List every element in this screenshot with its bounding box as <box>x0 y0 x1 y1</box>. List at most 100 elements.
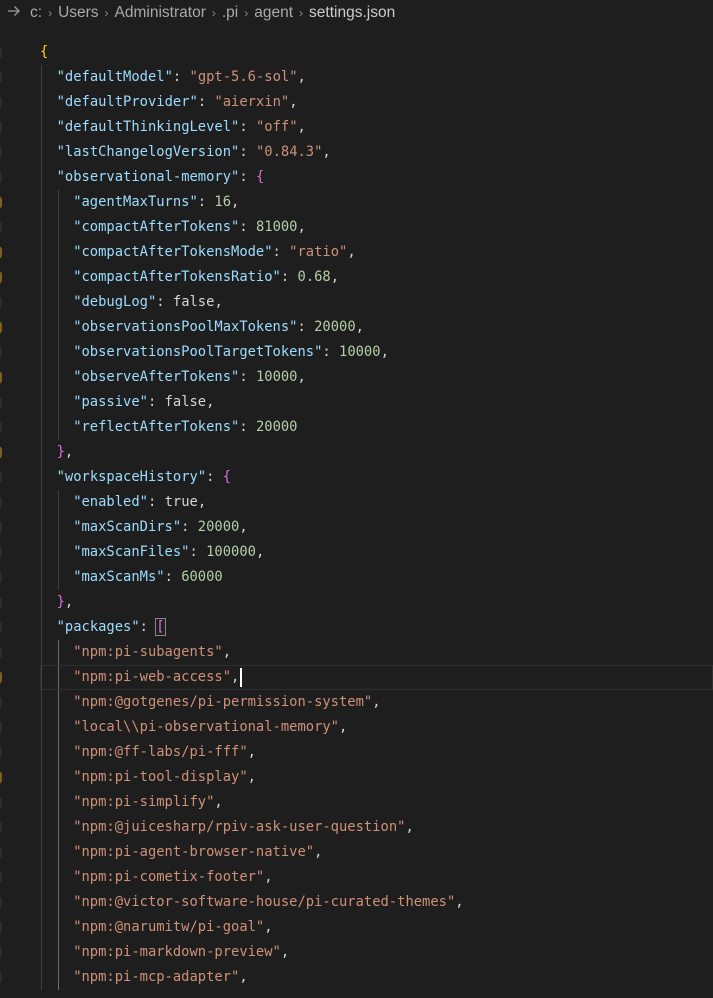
json-string: "npm:pi-cometix-footer" <box>73 869 265 885</box>
code-line[interactable]: "npm:pi-markdown-preview", <box>0 940 713 965</box>
code-text: "npm:@victor-software-house/pi-curated-t… <box>73 890 463 915</box>
code-line[interactable]: "npm:pi-subagents", <box>0 640 713 665</box>
json-string: "npm:pi-tool-display" <box>73 769 248 785</box>
code-line[interactable]: "workspaceHistory": { <box>0 465 713 490</box>
gutter-marker <box>0 121 2 134</box>
code-editor[interactable]: {"defaultModel": "gpt-5.6-sol", "defaultP… <box>0 40 713 998</box>
indent-guide <box>57 890 59 915</box>
indent-guide <box>57 640 59 665</box>
code-text: "defaultThinkingLevel": "off", <box>57 115 306 140</box>
code-line[interactable]: "npm:pi-agent-browser-native", <box>0 840 713 865</box>
json-punctuation: , <box>297 69 306 85</box>
indent-guide <box>41 365 42 390</box>
json-key: "debugLog" <box>73 294 157 310</box>
gutter-marker <box>0 321 2 334</box>
code-line[interactable]: "defaultThinkingLevel": "off", <box>0 115 713 140</box>
code-line[interactable]: "packages": [ <box>0 615 713 640</box>
json-punctuation: , <box>247 744 256 760</box>
code-line[interactable]: }, <box>0 440 713 465</box>
breadcrumb-administrator[interactable]: Administrator <box>115 4 206 22</box>
breadcrumb-drive[interactable]: c: <box>30 4 42 22</box>
breadcrumb-pi[interactable]: .pi <box>222 4 238 22</box>
json-punctuation: , <box>297 369 306 385</box>
code-line[interactable]: "reflectAfterTokens": 20000 <box>0 415 713 440</box>
indent-guide <box>57 340 59 365</box>
chevron-right-icon: › <box>244 5 249 20</box>
code-line[interactable]: "agentMaxTurns": 16, <box>0 190 713 215</box>
indent-guide <box>41 590 42 615</box>
indent-guide <box>57 315 59 340</box>
json-key: "packages" <box>56 619 140 635</box>
code-line[interactable]: "npm:pi-web-access", <box>0 665 713 690</box>
json-number: 0.68 <box>297 269 331 285</box>
gutter-marker <box>0 371 2 384</box>
code-text: "observationsPoolTargetTokens": 10000, <box>73 340 389 365</box>
code-text: "maxScanDirs": 20000, <box>73 515 247 540</box>
gutter-marker <box>0 296 2 309</box>
code-line[interactable]: "lastChangelogVersion": "0.84.3", <box>0 140 713 165</box>
code-line[interactable]: "defaultProvider": "aierxin", <box>0 90 713 115</box>
code-line[interactable]: "debugLog": false, <box>0 290 713 315</box>
breadcrumb-users[interactable]: Users <box>58 4 98 22</box>
code-line[interactable]: "npm:@narumitw/pi-goal", <box>0 915 713 940</box>
json-punctuation: : <box>322 344 340 360</box>
json-punctuation: , <box>222 644 232 660</box>
code-text: "npm:pi-subagents", <box>73 640 231 665</box>
code-line[interactable]: "npm:@juicesharp/rpiv-ask-user-question"… <box>0 815 713 840</box>
gutter-marker <box>0 846 2 859</box>
json-punctuation: , <box>330 269 340 285</box>
indent-guide <box>41 190 42 215</box>
code-line[interactable]: "observationsPoolTargetTokens": 10000, <box>0 340 713 365</box>
text-cursor <box>240 667 243 687</box>
json-string: "npm:pi-subagents" <box>73 644 223 660</box>
json-punctuation: , <box>347 244 356 260</box>
code-line[interactable]: "observationsPoolMaxTokens": 20000, <box>0 315 713 340</box>
code-line[interactable]: "maxScanFiles": 100000, <box>0 540 713 565</box>
indent-guide <box>41 815 42 840</box>
json-punctuation: , <box>264 919 273 935</box>
json-punctuation: : <box>239 219 256 235</box>
code-line[interactable]: "passive": false, <box>0 390 713 415</box>
code-line[interactable]: "npm:pi-tool-display", <box>0 765 713 790</box>
code-line[interactable]: "npm:pi-simplify", <box>0 790 713 815</box>
indent-guide <box>41 640 42 665</box>
code-line[interactable]: "compactAfterTokensMode": "ratio", <box>0 240 713 265</box>
code-line[interactable]: "observational-memory": { <box>0 165 713 190</box>
json-key: "observational-memory" <box>56 169 240 185</box>
gutter-marker <box>0 396 2 409</box>
code-text: "npm:pi-markdown-preview", <box>73 940 289 965</box>
indent-guide <box>41 840 42 865</box>
json-string: "gpt-5.6-sol" <box>189 69 298 85</box>
code-text: "observational-memory": { <box>57 165 265 190</box>
code-line[interactable]: "compactAfterTokens": 81000, <box>0 215 713 240</box>
code-line[interactable]: "npm:pi-cometix-footer", <box>0 865 713 890</box>
code-line[interactable]: "npm:@gotgenes/pi-permission-system", <box>0 690 713 715</box>
code-line[interactable]: "observeAfterTokens": 10000, <box>0 365 713 390</box>
code-line[interactable]: "defaultModel": "gpt-5.6-sol", <box>0 65 713 90</box>
breadcrumb-file[interactable]: settings.json <box>309 4 395 22</box>
indent-guide <box>41 240 42 265</box>
code-line[interactable]: }, <box>0 590 713 615</box>
gutter-marker <box>0 571 2 584</box>
json-punctuation: , <box>297 119 306 135</box>
json-key: "observationsPoolTargetTokens" <box>73 344 323 360</box>
code-line[interactable]: "npm:pi-mcp-adapter", <box>0 965 713 990</box>
code-line[interactable]: { <box>0 40 713 65</box>
code-line[interactable]: "npm:@ff-labs/pi-fff", <box>0 740 713 765</box>
indent-guide <box>57 790 59 815</box>
indent-guide <box>57 240 59 265</box>
json-punctuation: , <box>289 94 298 110</box>
code-line[interactable]: "npm:@victor-software-house/pi-curated-t… <box>0 890 713 915</box>
code-line[interactable]: "local\\pi-observational-memory", <box>0 715 713 740</box>
code-line[interactable]: "enabled": true, <box>0 490 713 515</box>
indent-guide <box>41 540 42 565</box>
indent-guide <box>57 740 59 765</box>
code-text: "lastChangelogVersion": "0.84.3", <box>57 140 331 165</box>
code-line[interactable]: "compactAfterTokensRatio": 0.68, <box>0 265 713 290</box>
json-string: "npm:pi-agent-browser-native" <box>73 844 315 860</box>
json-key: "enabled" <box>73 494 148 510</box>
code-line[interactable]: "maxScanMs": 60000 <box>0 565 713 590</box>
code-line[interactable]: "maxScanDirs": 20000, <box>0 515 713 540</box>
breadcrumb-agent[interactable]: agent <box>254 4 293 22</box>
breadcrumb: c: › Users › Administrator › .pi › agent… <box>0 0 713 25</box>
